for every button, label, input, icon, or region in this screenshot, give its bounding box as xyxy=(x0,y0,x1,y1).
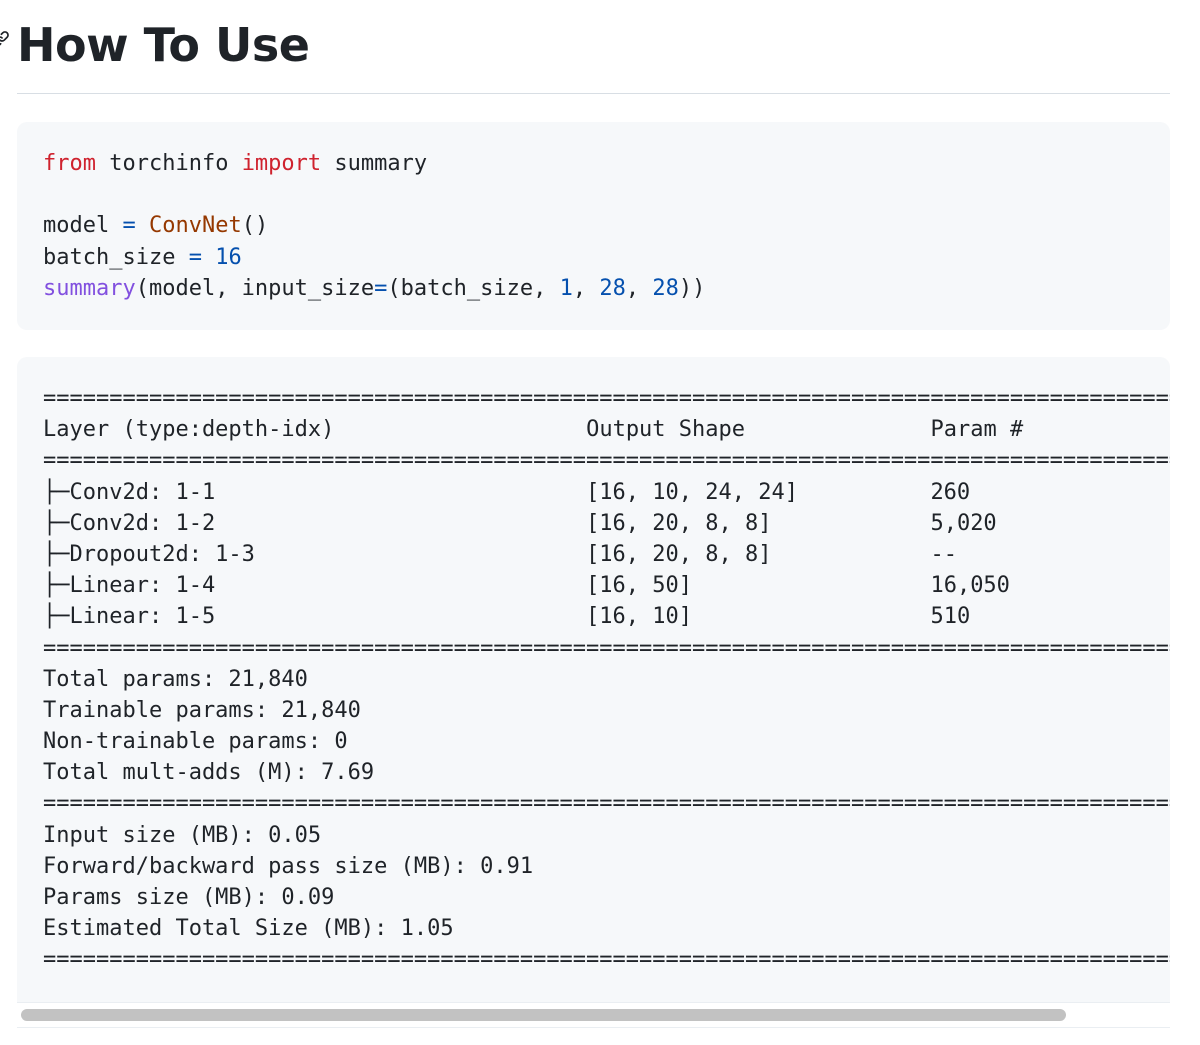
size-line: Params size (MB): 0.09 xyxy=(43,885,335,910)
usage-code[interactable]: from torchinfo import summary model = Co… xyxy=(43,148,705,304)
code-token: 1 xyxy=(559,275,573,301)
output-shape-cell: [16, 10, 24, 24] xyxy=(586,479,798,505)
link-icon[interactable] xyxy=(0,30,10,48)
scrollbar-thumb[interactable] xyxy=(21,1009,1066,1021)
code-token: = xyxy=(374,275,388,301)
layer-cell: ├─Linear: 1-5 xyxy=(43,604,216,630)
code-token: model xyxy=(43,213,123,239)
output-shape-cell: [16, 10] xyxy=(586,604,693,630)
summary-row: ├─Linear: 1-4 [16, 50] 16,050 xyxy=(43,570,1170,601)
total-line: Non-trainable params: 0 xyxy=(43,729,348,755)
param-count-cell: -- xyxy=(930,541,957,567)
param-count-cell: 260 xyxy=(930,479,971,505)
code-token: summary xyxy=(43,275,136,301)
layer-cell: ├─Conv2d: 1-1 xyxy=(43,479,216,505)
output-shape-cell: [16, 50] xyxy=(586,573,693,599)
summary-row: ├─Dropout2d: 1-3 [16, 20, 8, 8] -- xyxy=(43,539,1170,570)
code-token: import xyxy=(241,151,322,176)
param-count-cell: 16,050 xyxy=(930,573,1010,599)
summary-output-block[interactable]: ========================================… xyxy=(17,357,1170,1007)
total-line: Total params: 21,840 xyxy=(43,666,308,692)
output-shape-cell: Output Shape xyxy=(586,417,746,443)
code-token: )) xyxy=(678,275,706,301)
code-token: (batch_size, xyxy=(387,275,560,301)
heading-divider xyxy=(17,93,1170,94)
divider-line: ========================================… xyxy=(43,791,1170,817)
total-line: Total mult-adds (M): 7.69 xyxy=(43,760,375,786)
code-line: batch_size = 16 xyxy=(43,242,705,273)
param-count-cell: 510 xyxy=(930,604,971,630)
code-token: 16 xyxy=(215,244,242,270)
code-line: from torchinfo import summary xyxy=(43,148,705,179)
code-line: summary(model, input_size=(batch_size, 1… xyxy=(43,273,705,304)
code-token: (model, input_size xyxy=(135,275,375,301)
divider-line: ========================================… xyxy=(43,386,1170,411)
param-count-cell: Param # xyxy=(930,417,1024,443)
code-token: ConvNet xyxy=(148,213,242,239)
code-token: batch_size xyxy=(43,244,189,270)
layer-cell: Layer (type:depth-idx) xyxy=(43,417,335,443)
summary-row: ├─Linear: 1-5 [16, 10] 510 xyxy=(43,601,1170,632)
summary-output[interactable]: ========================================… xyxy=(43,383,1170,976)
param-count-cell: 5,020 xyxy=(930,510,997,536)
size-line: Forward/backward pass size (MB): 0.91 xyxy=(43,853,534,879)
code-token: 28 xyxy=(652,275,679,301)
size-line: Input size (MB): 0.05 xyxy=(43,822,322,848)
layer-cell: ├─Conv2d: 1-2 xyxy=(43,510,216,536)
layer-cell: ├─Linear: 1-4 xyxy=(43,573,216,599)
code-token: () xyxy=(241,213,269,239)
size-line: Estimated Total Size (MB): 1.05 xyxy=(43,916,454,942)
code-token: torchinfo xyxy=(95,151,242,176)
code-token: = xyxy=(188,244,202,270)
divider-line: ========================================… xyxy=(43,448,1170,474)
summary-row: ├─Conv2d: 1-2 [16, 20, 8, 8] 5,020 xyxy=(43,508,1170,539)
divider-line: ========================================… xyxy=(43,635,1170,661)
code-token: , xyxy=(625,275,653,301)
code-token: summary xyxy=(321,151,428,176)
layer-cell: ├─Dropout2d: 1-3 xyxy=(43,541,255,567)
page-title: How To Use xyxy=(17,18,310,72)
code-token: from xyxy=(43,151,96,176)
code-token: , xyxy=(572,275,600,301)
summary-header: Layer (type:depth-idx) Output Shape Para… xyxy=(43,414,1170,445)
usage-code-block[interactable]: from torchinfo import summary model = Co… xyxy=(17,122,1170,330)
total-line: Trainable params: 21,840 xyxy=(43,697,361,723)
divider-line: ========================================… xyxy=(43,947,1170,973)
horizontal-scrollbar[interactable] xyxy=(17,1002,1170,1028)
code-line: model = ConvNet() xyxy=(43,210,705,241)
summary-row: ├─Conv2d: 1-1 [16, 10, 24, 24] 260 xyxy=(43,477,1170,508)
code-token: 28 xyxy=(599,275,626,301)
output-shape-cell: [16, 20, 8, 8] xyxy=(586,541,772,567)
output-shape-cell: [16, 20, 8, 8] xyxy=(586,510,772,536)
code-token: = xyxy=(122,213,136,239)
